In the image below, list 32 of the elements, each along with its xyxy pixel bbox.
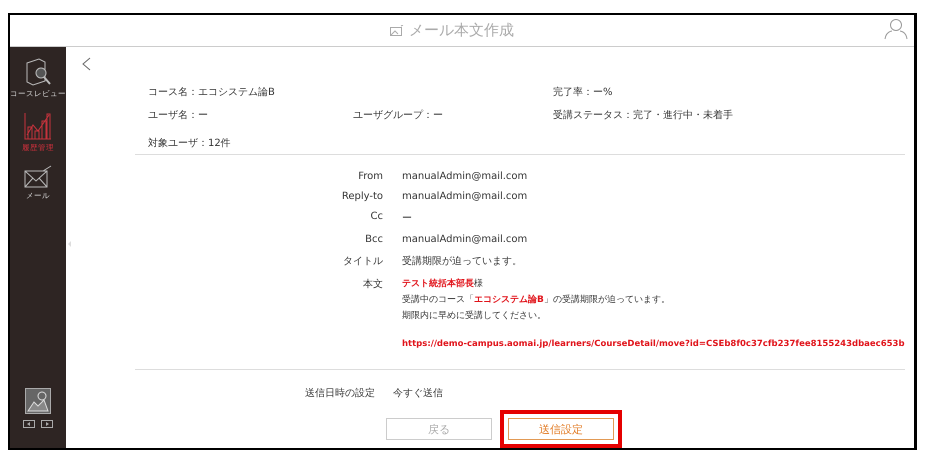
image-icon[interactable] [25,388,51,414]
field-label: タイトル [342,255,383,268]
field-label: Cc [370,211,383,224]
schedule-value: 今すぐ送信 [393,387,443,400]
course-link[interactable]: https://demo-campus.aomai.jp/learners/CourseDetail/move?id=CSEb8f0c37cfb237fee8155243dbaec653b [402,339,905,349]
field-value: 受講期限が迫っています。 [402,254,523,268]
field-value: manualAdmin@mail.com [402,171,528,182]
body-text: 期限内に早めに受講してください。 [402,310,547,322]
body-text: 受講中のコース「エコシステム論B」の受講期限が迫っています。 [402,294,671,306]
course-status: 受講ステータス：完了・進行中・未着手 [553,108,734,122]
previous-icon[interactable] [23,420,35,428]
next-icon[interactable] [41,420,53,428]
action-button[interactable]: 送信設定 [508,418,614,440]
field-label: 本文 [362,278,383,292]
chart-icon [23,111,53,141]
envelope-icon [23,165,53,189]
user-group: ユーザグループ：ー [353,108,553,122]
user-name: ユーザ名：ー [148,109,209,122]
back-icon[interactable] [82,57,91,71]
course-name: コース名：エコシステム論B [148,86,276,99]
field-value: manualAdmin@mail.com [402,234,528,245]
target-users: 対象ユーザ：12件 [135,136,905,155]
field-label: Bcc [364,234,383,245]
field-value: ー [402,212,413,225]
schedule-label: 送信日時の設定 [305,386,375,400]
body-text: テスト統括本部長様 [402,277,484,290]
user-icon[interactable] [884,18,908,40]
field-label: Reply-to [340,191,383,202]
field-value: manualAdmin@mail.com [402,191,528,202]
page-title: メール本文作成 [409,21,514,40]
field-label: From [357,171,383,182]
completion-rate: 完了率：ー% [553,86,614,99]
